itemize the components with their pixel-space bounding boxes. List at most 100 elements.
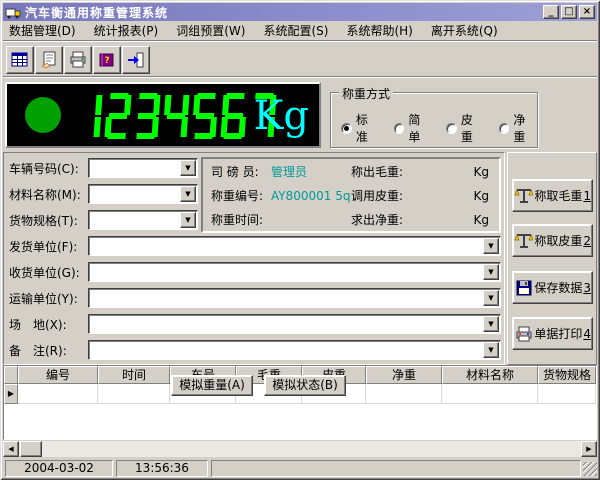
exit-door-button[interactable]	[122, 46, 150, 74]
radio-icon	[499, 123, 510, 134]
save-data-button[interactable]: 保存数据3	[512, 271, 593, 304]
report-preview-button[interactable]	[35, 46, 63, 74]
receiver-combo[interactable]: ▼	[88, 262, 501, 282]
printer-icon	[514, 324, 533, 344]
material-name-combo[interactable]: ▼	[88, 184, 198, 204]
menubar: 数据管理(D) 统计报表(P) 词组预置(W) 系统配置(S) 系统帮助(H) …	[3, 21, 597, 41]
radio-net[interactable]: 净重	[499, 111, 538, 145]
status-message	[211, 460, 581, 477]
svg-text:?: ?	[104, 56, 109, 66]
help-book-icon: ?	[97, 50, 117, 70]
weigh-time-label: 称重时间:	[211, 209, 263, 231]
site-combo[interactable]: ▼	[88, 314, 501, 334]
dropdown-arrow-icon[interactable]: ▼	[483, 290, 499, 306]
remark-label: 备 注(R):	[9, 342, 67, 359]
radio-label: 净重	[513, 111, 537, 145]
radio-simple[interactable]: 简单	[394, 111, 433, 145]
gross-weight-unit: Kg	[474, 161, 490, 183]
weigh-id-value: AY800001 5q	[271, 185, 350, 207]
goods-spec-label: 货物规格(T):	[9, 212, 78, 229]
form-panel: 车辆号码(C): ▼ 材料名称(M): ▼ 货物规格(T): ▼ 司 磅 员: …	[3, 152, 505, 365]
gross-weight-label: 称出毛重:	[351, 161, 403, 183]
tare-weight-unit: Kg	[474, 185, 490, 207]
print-button[interactable]	[64, 46, 92, 74]
simulate-weight-button[interactable]: 模拟重量(A)	[171, 375, 253, 396]
action-panel: 称取毛重1 称取皮重2 保存数据3	[507, 152, 597, 365]
weigh-mode-options: 标准 简单 皮重 净重	[341, 111, 537, 145]
shipper-combo[interactable]: ▼	[88, 236, 501, 256]
report-preview-icon	[39, 50, 59, 70]
close-button[interactable]: ×	[579, 5, 595, 19]
menu-statistics-report[interactable]: 统计报表(P)	[88, 20, 165, 41]
app-truck-icon	[5, 4, 21, 20]
indicator-header	[4, 366, 18, 384]
vehicle-number-combo[interactable]: ▼	[88, 158, 198, 178]
menu-data-management[interactable]: 数据管理(D)	[3, 20, 82, 41]
net-weight-unit: Kg	[474, 209, 490, 231]
col-header-id: 编号	[18, 366, 98, 384]
dropdown-arrow-icon[interactable]: ▼	[180, 212, 196, 228]
info-row: 称重编号: AY800001 5q 调用皮重: Kg	[203, 185, 499, 207]
minimize-button[interactable]: _	[543, 5, 559, 19]
dropdown-arrow-icon[interactable]: ▼	[180, 160, 196, 176]
maximize-button[interactable]: □	[561, 5, 577, 19]
radio-icon	[446, 123, 457, 134]
transporter-combo[interactable]: ▼	[88, 288, 501, 308]
horizontal-scrollbar[interactable]: ◀ ▶	[3, 441, 597, 457]
radio-label: 标准	[356, 111, 380, 145]
radio-icon	[341, 123, 352, 134]
led-unit-label: Kg	[254, 86, 310, 146]
col-header-material: 材料名称	[442, 366, 538, 384]
exit-door-icon	[126, 50, 146, 70]
site-label: 场 地(X):	[9, 316, 67, 333]
data-grid-icon	[10, 50, 30, 70]
shipper-label: 发货单位(F):	[9, 238, 77, 255]
statusbar: 2004-03-02 13:56:36	[3, 459, 597, 477]
data-grid-button[interactable]	[6, 46, 34, 74]
dropdown-arrow-icon[interactable]: ▼	[483, 238, 499, 254]
receiver-label: 收货单位(G):	[9, 264, 80, 281]
dropdown-arrow-icon[interactable]: ▼	[180, 186, 196, 202]
radio-label: 皮重	[461, 111, 485, 145]
menu-exit-system[interactable]: 离开系统(Q)	[425, 20, 504, 41]
col-header-time: 时间	[98, 366, 170, 384]
print-icon	[68, 50, 88, 70]
toolbar: ?	[3, 43, 597, 77]
goods-spec-combo[interactable]: ▼	[88, 210, 198, 230]
dropdown-arrow-icon[interactable]: ▼	[483, 264, 499, 280]
led-digits	[77, 93, 280, 139]
scroll-right-icon[interactable]: ▶	[581, 441, 597, 457]
status-date: 2004-03-02	[5, 460, 113, 477]
app-window: 汽车衡通用称重管理系统 _ □ × 数据管理(D) 统计报表(P) 词组预置(W…	[0, 0, 600, 480]
dropdown-arrow-icon[interactable]: ▼	[483, 342, 499, 358]
scale-icon	[514, 186, 533, 206]
resize-grip[interactable]	[583, 462, 597, 476]
radio-icon	[394, 123, 405, 134]
menu-system-config[interactable]: 系统配置(S)	[257, 20, 334, 41]
menu-system-help[interactable]: 系统帮助(H)	[340, 20, 418, 41]
radio-tare[interactable]: 皮重	[446, 111, 485, 145]
print-receipt-button[interactable]: 单据打印4	[512, 317, 593, 350]
help-book-button[interactable]: ?	[93, 46, 121, 74]
floppy-icon	[514, 278, 533, 298]
weigh-tare-button[interactable]: 称取皮重2	[512, 224, 593, 257]
weigh-info-panel: 司 磅 员: 管理员 称出毛重: Kg 称重编号: AY800001 5q 调用…	[201, 157, 501, 233]
scroll-left-icon[interactable]: ◀	[3, 441, 19, 457]
weigh-gross-button[interactable]: 称取毛重1	[512, 179, 593, 212]
remark-combo[interactable]: ▼	[88, 340, 501, 360]
row-indicator-icon: ▶	[4, 384, 18, 404]
vehicle-number-label: 车辆号码(C):	[9, 160, 79, 177]
tare-weight-label: 调用皮重:	[351, 185, 403, 207]
dropdown-arrow-icon[interactable]: ▼	[483, 316, 499, 332]
menu-phrase-preset[interactable]: 词组预置(W)	[170, 20, 251, 41]
simulate-status-button[interactable]: 模拟状态(B)	[264, 375, 346, 396]
weight-led-display: Kg	[5, 82, 321, 148]
scrollbar-thumb[interactable]	[20, 441, 42, 457]
radio-standard[interactable]: 标准	[341, 111, 380, 145]
weigh-mode-group: 称重方式 标准 简单 皮重 净重	[330, 92, 538, 148]
status-time: 13:56:36	[116, 460, 208, 477]
col-header-net: 净重	[366, 366, 442, 384]
window-title: 汽车衡通用称重管理系统	[25, 4, 541, 21]
info-row: 司 磅 员: 管理员 称出毛重: Kg	[203, 161, 499, 183]
stable-indicator-light	[25, 97, 61, 133]
